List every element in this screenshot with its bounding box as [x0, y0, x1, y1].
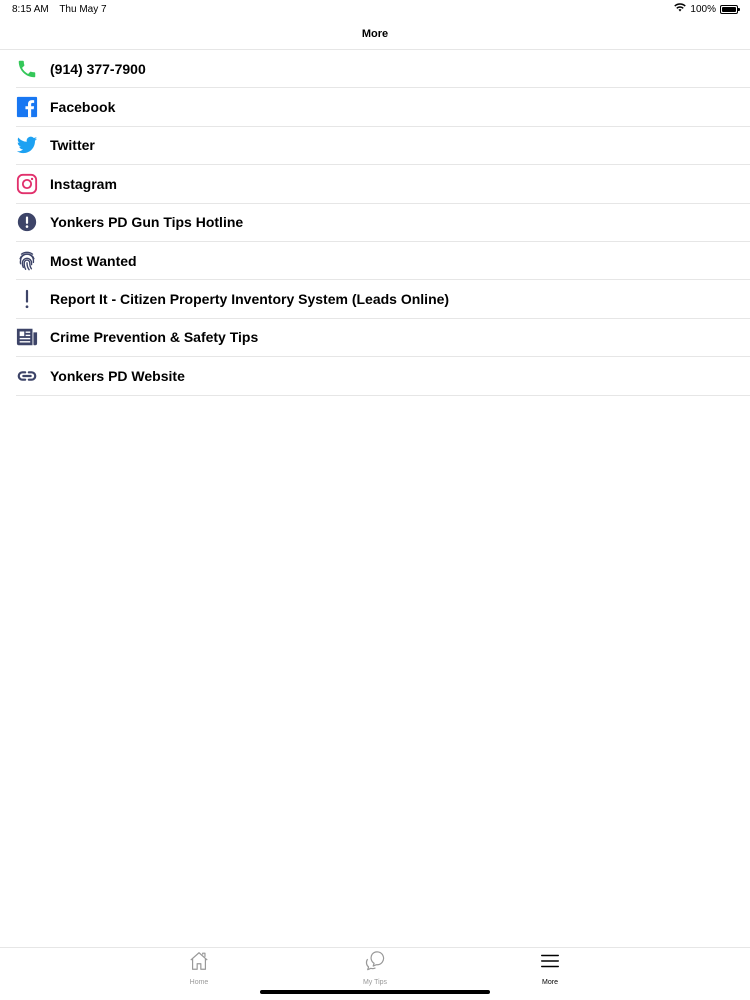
- newspaper-icon: [16, 326, 38, 348]
- status-date: Thu May 7: [59, 4, 107, 15]
- home-indicator: [260, 990, 490, 994]
- status-right: 100%: [674, 3, 740, 15]
- list-item-label: Instagram: [50, 175, 117, 192]
- list-item-crime-prevention[interactable]: Crime Prevention & Safety Tips: [16, 319, 750, 358]
- tab-home[interactable]: Home: [169, 950, 229, 986]
- list-item-gun-tips-hotline[interactable]: Yonkers PD Gun Tips Hotline: [16, 204, 750, 242]
- list-item-label: (914) 377-7900: [50, 60, 146, 77]
- home-icon: [188, 950, 210, 977]
- fingerprint-icon: [16, 250, 38, 272]
- tab-label: More: [542, 979, 558, 986]
- status-bar: 8:15 AM Thu May 7 100%: [0, 0, 750, 18]
- list-item-label: Yonkers PD Gun Tips Hotline: [50, 214, 244, 231]
- facebook-icon: [16, 96, 38, 118]
- list-item-label: Most Wanted: [50, 252, 137, 269]
- list-item-facebook[interactable]: Facebook: [16, 88, 750, 127]
- list-item-website[interactable]: Yonkers PD Website: [16, 357, 750, 396]
- tab-label: Home: [189, 979, 209, 986]
- list-item-label: Crime Prevention & Safety Tips: [50, 329, 259, 346]
- list-item-most-wanted[interactable]: Most Wanted: [16, 242, 750, 281]
- battery-percent: 100%: [690, 3, 716, 15]
- nav-bar: More: [0, 18, 750, 50]
- twitter-icon: [16, 134, 38, 156]
- list-item-label: Facebook: [50, 99, 116, 116]
- tab-my-tips[interactable]: My Tips: [345, 950, 405, 986]
- phone-icon: [16, 58, 38, 80]
- tab-more[interactable]: More: [520, 950, 580, 986]
- battery-icon: [720, 4, 740, 14]
- menu-icon: [539, 950, 561, 977]
- list-item-label: Yonkers PD Website: [50, 367, 185, 384]
- list-item-phone[interactable]: (914) 377-7900: [16, 50, 750, 89]
- instagram-icon: [16, 173, 38, 195]
- status-time: 8:15 AM: [12, 4, 49, 15]
- page-title: More: [361, 27, 389, 40]
- tab-label: My Tips: [362, 979, 388, 986]
- list-item-report-it[interactable]: Report It - Citizen Property Inventory S…: [16, 280, 750, 319]
- list-item-label: Report It - Citizen Property Inventory S…: [50, 291, 450, 308]
- chat-bubbles-icon: [364, 950, 386, 977]
- wifi-icon: [674, 3, 687, 15]
- alert-circle-icon: [16, 211, 38, 233]
- status-left: 8:15 AM Thu May 7: [12, 4, 115, 15]
- link-icon: [16, 365, 38, 387]
- exclamation-icon: [16, 288, 38, 310]
- more-list: (914) 377-7900 Facebook Twitter Instagra…: [16, 50, 750, 396]
- battery-fill: [722, 6, 736, 12]
- list-item-twitter[interactable]: Twitter: [16, 127, 750, 166]
- list-item-label: Twitter: [50, 137, 95, 154]
- list-item-instagram[interactable]: Instagram: [16, 165, 750, 204]
